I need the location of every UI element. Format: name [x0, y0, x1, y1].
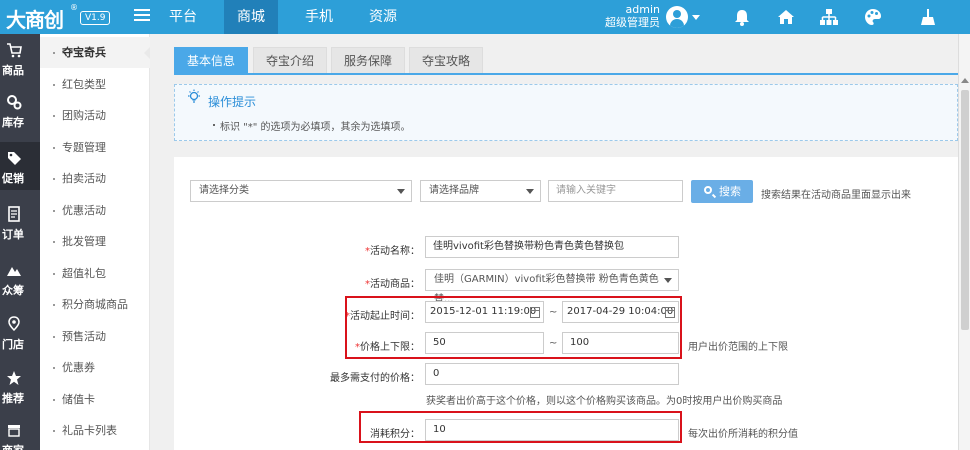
price-range-hint: 用户出价范围的上下限 — [688, 342, 788, 353]
iconbar-label: 促销 — [2, 172, 24, 185]
iconbar-item-stock[interactable]: 库存 — [0, 86, 40, 134]
keyword-input[interactable]: 请输入关键字 — [548, 180, 683, 202]
tips-text: 标识 "*" 的选项为必填项，其余为选填项。 — [220, 122, 411, 133]
search-icon — [704, 186, 712, 194]
category-select[interactable]: 请选择分类 — [190, 180, 412, 202]
tips-bullet — [213, 124, 215, 126]
scroll-thumb[interactable] — [961, 90, 969, 330]
points-hint: 每次出价所消耗的积分值 — [688, 429, 798, 440]
tips-title: 操作提示 — [208, 95, 257, 109]
star-icon — [7, 371, 21, 385]
submenu-item-bonus-types[interactable]: 红包类型 — [40, 69, 150, 100]
submenu-item-presale[interactable]: 预售活动 — [40, 321, 150, 352]
cart-icon — [7, 43, 22, 58]
icon-sidebar: 商品 库存 促销 订单 众筹 门店 推荐 商家 — [0, 34, 40, 450]
activity-name-label-text: 活动名称： — [370, 246, 420, 257]
category-select-value: 请选择分类 — [199, 185, 249, 196]
nav-mobile[interactable]: 手机 — [296, 0, 342, 34]
activity-name-label: *活动名称： — [300, 242, 420, 257]
activity-goods-label-text: 活动商品： — [370, 279, 420, 290]
iconbar-item-crowdfunding[interactable]: 众筹 — [0, 254, 40, 302]
home-icon[interactable] — [775, 6, 797, 28]
store-icon — [8, 425, 20, 437]
menu-toggle-icon[interactable] — [134, 9, 150, 25]
logo-registered-mark: ® — [70, 3, 78, 12]
top-bar: 大商创 ® V1.9 平台 商城 手机 资源 admin 超级管理员 — [0, 0, 970, 34]
nav-platform[interactable]: 平台 — [160, 0, 206, 34]
submenu-item-group-buy[interactable]: 团购活动 — [40, 100, 150, 131]
submenu-item-treasure-hunt[interactable]: 夺宝奇兵 — [40, 37, 151, 68]
tab-service-guarantee[interactable]: 服务保障 — [331, 47, 405, 74]
submenu-item-auction[interactable]: 拍卖活动 — [40, 163, 150, 194]
document-icon — [8, 206, 20, 222]
version-badge: V1.9 — [80, 11, 111, 25]
palette-icon[interactable] — [862, 6, 884, 28]
chevron-down-icon — [664, 278, 672, 283]
max-pay-hint: 获奖者出价高于这个价格，则以这个价格购买该商品。为0时按用户出价购买商品 — [426, 396, 783, 407]
map-pin-icon — [8, 316, 20, 332]
search-button[interactable]: 搜索 — [691, 180, 753, 203]
submenu-item-wholesale[interactable]: 批发管理 — [40, 226, 150, 257]
search-hint: 搜索结果在活动商品里面显示出来 — [761, 190, 911, 201]
bell-icon[interactable] — [731, 6, 753, 28]
highlight-box-time-price — [345, 296, 682, 359]
chevron-down-icon — [526, 189, 534, 194]
iconbar-item-stores[interactable]: 门店 — [0, 308, 40, 356]
gears-icon — [7, 95, 22, 110]
user-role: 超级管理员 — [605, 16, 660, 29]
search-button-label: 搜索 — [719, 185, 741, 198]
iconbar-label: 商家 — [0, 442, 30, 450]
submenu-item-gift-cards[interactable]: 礼品卡列表 — [40, 415, 150, 446]
chevron-down-icon — [397, 189, 405, 194]
iconbar-label: 商品 — [2, 64, 24, 77]
activity-goods-select[interactable]: 佳明（GARMIN）vivofit彩色替换带 粉色青色黄色替... — [425, 269, 679, 305]
lightbulb-icon — [188, 89, 200, 103]
tab-underline — [174, 73, 958, 75]
submenu-item-gift-packs[interactable]: 超值礼包 — [40, 258, 150, 289]
tag-icon — [8, 152, 21, 165]
submenu-item-points-mall[interactable]: 积分商城商品 — [40, 289, 150, 320]
submenu: 夺宝奇兵 红包类型 团购活动 专题管理 拍卖活动 优惠活动 批发管理 超值礼包 … — [40, 34, 151, 450]
max-pay-label: 最多需支付的价格： — [330, 373, 420, 384]
iconbar-label: 推荐 — [2, 392, 24, 405]
highlight-box-points — [359, 411, 682, 443]
activity-name-input[interactable]: 佳明vivofit彩色替换带粉色青色黄色替换包 — [425, 236, 679, 258]
sitemap-icon[interactable] — [818, 6, 840, 28]
max-pay-input[interactable]: 0 — [425, 363, 679, 385]
user-name: admin — [625, 3, 660, 16]
nav-resources[interactable]: 资源 — [360, 0, 406, 34]
tab-basic-info[interactable]: 基本信息 — [174, 47, 248, 74]
logo[interactable]: 大商创 — [6, 4, 64, 33]
broom-icon[interactable] — [917, 6, 939, 28]
brand-select[interactable]: 请选择品牌 — [420, 180, 541, 202]
scrollbar[interactable] — [958, 34, 970, 450]
brand-select-value: 请选择品牌 — [429, 185, 479, 196]
nav-mall[interactable]: 商城 — [224, 0, 278, 34]
submenu-item-coupons[interactable]: 优惠券 — [40, 352, 150, 383]
iconbar-label: 门店 — [2, 338, 24, 351]
submenu-item-topics[interactable]: 专题管理 — [40, 132, 150, 163]
chevron-down-icon[interactable] — [692, 15, 700, 20]
scroll-up-icon[interactable] — [961, 78, 969, 83]
iconbar-item-orders[interactable]: 订单 — [0, 198, 40, 246]
iconbar-item-merchants[interactable]: 商家 — [0, 414, 40, 450]
activity-goods-label: *活动商品： — [300, 275, 420, 290]
iconbar-item-goods[interactable]: 商品 — [0, 34, 40, 82]
tab-treasure-guide[interactable]: 夺宝攻略 — [409, 47, 483, 74]
iconbar-label: 众筹 — [2, 284, 24, 297]
tab-treasure-intro[interactable]: 夺宝介绍 — [253, 47, 327, 74]
submenu-item-discounts[interactable]: 优惠活动 — [40, 195, 150, 226]
iconbar-label: 订单 — [2, 228, 24, 241]
iconbar-item-recommend[interactable]: 推荐 — [0, 362, 40, 410]
avatar[interactable] — [666, 6, 688, 28]
iconbar-label: 库存 — [2, 116, 24, 129]
mountain-icon — [7, 267, 21, 276]
iconbar-item-promotion[interactable]: 促销 — [0, 142, 40, 190]
submenu-item-value-cards[interactable]: 储值卡 — [40, 384, 150, 415]
